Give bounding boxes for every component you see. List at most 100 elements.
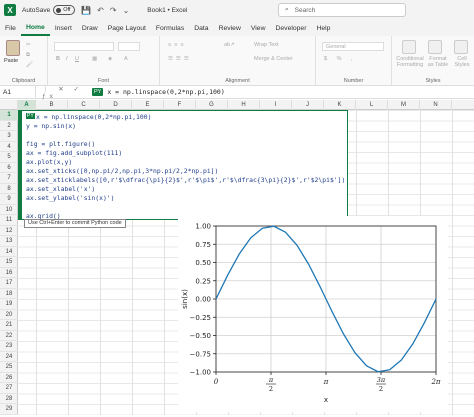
menu-insert[interactable]: Insert [50,20,77,36]
orientation-icon[interactable]: ab↗ [224,42,235,48]
search-input[interactable]: ⌕ Search [278,3,406,17]
customize-toolbar-icon[interactable]: ⌄ [123,6,130,15]
row-header-21[interactable]: 21 [0,320,18,331]
column-header-b[interactable]: B [36,100,68,110]
column-header-n[interactable]: N [420,100,452,110]
row-header-3[interactable]: 3 [0,131,18,142]
formula-bar-icons[interactable]: ⋮ ✕ ✓ ƒx [36,85,92,100]
horizontal-align-icons[interactable]: ☰☰☰ [168,56,192,62]
row-header-10[interactable]: 10 [0,205,18,215]
row-header-23[interactable]: 23 [0,341,18,352]
x-axis-label: x [324,396,328,404]
column-header-e[interactable]: E [132,100,164,110]
column-header-l[interactable]: L [356,100,388,110]
menu-developer[interactable]: Developer [270,20,311,36]
row-header-19[interactable]: 19 [0,299,18,310]
menu-page-layout[interactable]: Page Layout [103,20,151,36]
y-tick-label: −0.75 [190,350,211,358]
save-icon[interactable]: 💾 [81,6,91,15]
row-header-14[interactable]: 14 [0,247,18,257]
row-header-13[interactable]: 13 [0,236,18,247]
italic-icon[interactable]: I [66,56,68,62]
y-tick-label: 0.50 [195,259,211,267]
font-color-icon[interactable]: A [124,56,128,62]
column-header-c[interactable]: C [68,100,100,110]
conditional-formatting-icon[interactable] [402,40,416,54]
menu-bar: File Home Insert Draw Page Layout Formulas Dat… [0,20,474,36]
formula-input[interactable]: x = np.linspace(0,2*np.pi,100) [107,88,224,96]
menu-file[interactable]: File [0,20,21,36]
paste-button[interactable]: Paste [4,58,18,64]
format-as-table-icon[interactable] [428,40,442,54]
row-header-15[interactable]: 15 [0,257,18,268]
row-header-27[interactable]: 27 [0,383,18,394]
row-header-5[interactable]: 5 [0,152,18,163]
code-line: ax.set_xticks([0,np.pi/2,np.pi,3*np.pi/2… [26,167,219,175]
number-format-select[interactable]: General [322,42,384,51]
paste-icon[interactable] [6,40,20,56]
column-header-m[interactable]: M [388,100,420,110]
format-as-table-button[interactable]: Format as Table [426,56,450,68]
row-header-17[interactable]: 17 [0,278,18,289]
menu-help[interactable]: Help [311,20,335,36]
borders-icon[interactable]: ▦ [92,56,97,62]
cut-icon[interactable]: ✂ [26,42,31,48]
row-header-11[interactable]: 11 [0,215,18,226]
format-painter-icon[interactable]: 🖌 [26,62,33,68]
row-header-4[interactable]: 4 [0,142,18,152]
cell-styles-button[interactable]: Cell Styles [452,56,472,68]
row-header-12[interactable]: 12 [0,226,18,236]
menu-draw[interactable]: Draw [77,20,103,36]
row-header-18[interactable]: 18 [0,289,18,299]
menu-view[interactable]: View [246,20,271,36]
menu-home[interactable]: Home [20,20,50,36]
python-code-editor[interactable]: PY x = np.linspace(0,2*np.pi,100) y = np.… [18,110,348,220]
column-header-h[interactable]: H [228,100,260,110]
row-header-1[interactable]: 1 [0,110,18,121]
font-family-select[interactable] [54,42,114,51]
column-header-f[interactable]: F [164,100,196,110]
row-header-2[interactable]: 2 [0,121,18,131]
name-box[interactable]: A1 [0,85,36,99]
copy-icon[interactable]: ⧉ [26,52,30,59]
cell-styles-icon[interactable] [454,40,468,54]
row-header-8[interactable]: 8 [0,184,18,194]
row-header-9[interactable]: 9 [0,194,18,205]
column-header-i[interactable]: I [260,100,292,110]
row-header-29[interactable]: 29 [0,404,18,415]
menu-formulas[interactable]: Formulas [151,20,189,36]
row-header-22[interactable]: 22 [0,331,18,341]
column-header-a[interactable]: A [18,100,36,110]
row-header-16[interactable]: 16 [0,268,18,278]
row-header-25[interactable]: 25 [0,362,18,373]
row-header-26[interactable]: 26 [0,373,18,383]
column-header-j[interactable]: J [292,100,324,110]
column-header-d[interactable]: D [100,100,132,110]
alignment-group-label: Alignment [225,78,250,84]
autosave-toggle[interactable]: Off [53,5,76,15]
row-header-6[interactable]: 6 [0,163,18,173]
column-header-g[interactable]: G [196,100,228,110]
search-placeholder: Search [294,6,316,14]
undo-icon[interactable]: ↶ [97,6,104,15]
select-all-corner[interactable] [0,100,18,110]
fill-color-icon[interactable]: ◈ [108,56,112,62]
row-header-24[interactable]: 24 [0,352,18,362]
underline-icon[interactable]: U [75,56,79,62]
font-size-select[interactable] [118,42,140,51]
python-cell-icon: PY [26,113,35,119]
merge-center-button[interactable]: Merge & Center [254,56,293,62]
wrap-text-button[interactable]: Wrap Text [254,42,279,48]
number-style-icons[interactable]: $ % , [324,56,357,62]
column-header-k[interactable]: K [324,100,356,110]
conditional-formatting-button[interactable]: Conditional Formatting [394,56,426,68]
vertical-align-icons[interactable]: ≡≡≡ [168,42,187,48]
menu-review[interactable]: Review [214,20,246,36]
redo-icon[interactable]: ↷ [110,6,117,15]
clipboard-group-label: Clipboard [11,78,36,84]
row-header-20[interactable]: 20 [0,310,18,320]
row-header-7[interactable]: 7 [0,173,18,184]
menu-data[interactable]: Data [189,20,213,36]
bold-icon[interactable]: B [56,56,60,62]
row-header-28[interactable]: 28 [0,394,18,404]
